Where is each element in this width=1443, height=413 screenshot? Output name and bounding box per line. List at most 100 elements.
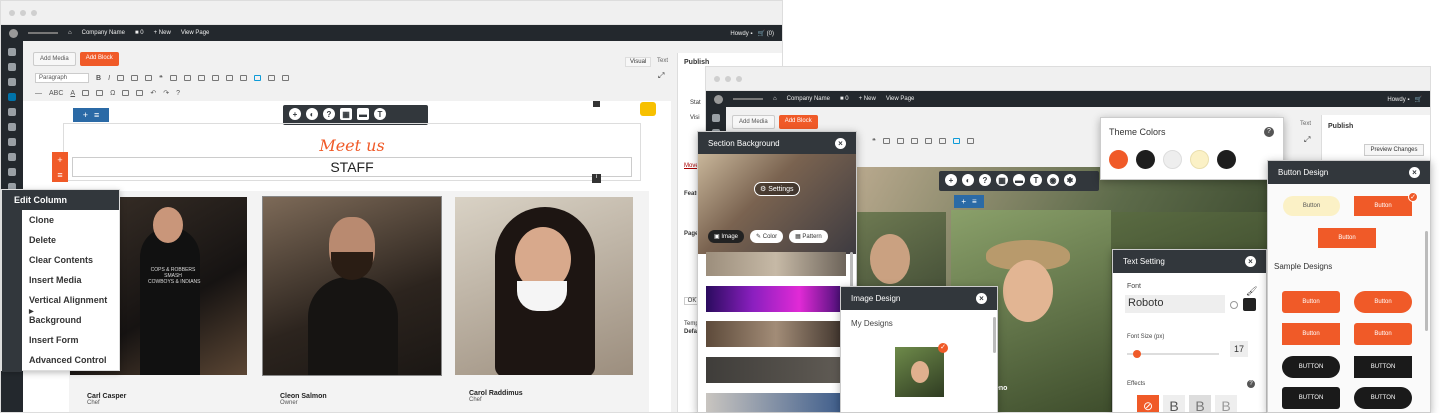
palette-icon[interactable]: ◐ — [306, 108, 318, 120]
sidebar-icon-posts[interactable] — [8, 63, 16, 71]
close-icon[interactable]: × — [1409, 167, 1420, 178]
column-controls[interactable]: +≡ — [52, 152, 68, 182]
align-center-icon[interactable] — [896, 138, 904, 144]
close-icon[interactable]: × — [835, 138, 846, 149]
help-circle-icon[interactable]: ? — [979, 174, 991, 186]
help-icon[interactable]: ? — [1264, 127, 1274, 137]
list-icon[interactable] — [131, 75, 139, 81]
add-icon[interactable]: + — [289, 108, 301, 120]
tablet-icon[interactable] — [267, 75, 275, 81]
camera-icon[interactable]: ◉ — [1047, 174, 1059, 186]
row-menu-icon[interactable]: ≡ — [94, 110, 99, 120]
add-block-button[interactable]: Add Block — [778, 115, 818, 129]
button-style-orange-flat[interactable]: Button — [1318, 228, 1376, 248]
add-icon[interactable]: + — [945, 174, 957, 186]
info-icon[interactable]: i — [592, 174, 601, 183]
preview-changes-button[interactable]: Preview Changes — [1364, 144, 1424, 156]
undo-icon[interactable]: ↶ — [150, 89, 156, 97]
quote-icon[interactable]: ❝ — [872, 137, 876, 145]
scrollbar[interactable] — [1425, 231, 1428, 331]
row-controls[interactable]: + ≡ — [73, 108, 109, 122]
strikethrough-icon[interactable]: ABC — [49, 90, 63, 97]
mobile-icon[interactable] — [281, 75, 289, 81]
monitor-icon[interactable] — [253, 75, 261, 81]
row-controls[interactable]: + ≡ — [954, 195, 984, 208]
howdy-user[interactable]: Howdy ▪ 🛒 (0) — [730, 30, 774, 37]
columns-icon[interactable]: ▬ — [1013, 174, 1025, 186]
image-icon[interactable]: ▦ — [340, 108, 352, 120]
tab-pattern[interactable]: ▦ Pattern — [789, 230, 828, 243]
bg-thumb-dark[interactable] — [706, 357, 846, 383]
button-style-orange[interactable]: Button — [1354, 196, 1412, 216]
quote-icon[interactable]: ❝ — [159, 74, 163, 82]
sidebar-icon-plugins[interactable] — [8, 138, 16, 146]
tab-text[interactable]: Text — [653, 57, 672, 65]
sidebar-icon-users[interactable] — [8, 153, 16, 161]
howdy-user[interactable]: Howdy ▪ 🛒 — [1387, 96, 1422, 103]
fullscreen-icon[interactable]: ⤢ — [1304, 135, 1310, 145]
swatch-black[interactable] — [1136, 150, 1155, 169]
site-name-link[interactable]: Company Name — [787, 96, 830, 102]
sidebar-icon-pages[interactable] — [8, 93, 16, 101]
effect-outline[interactable]: B — [1215, 395, 1237, 412]
font-select[interactable]: Roboto — [1125, 295, 1225, 313]
font-size-value[interactable]: 17 — [1230, 341, 1248, 357]
sidebar-icon-dashboard[interactable] — [8, 48, 16, 56]
staff-photo-2[interactable] — [262, 196, 442, 376]
settings-icon[interactable]: ✱ — [1064, 174, 1076, 186]
columns-icon[interactable]: ▬ — [357, 108, 369, 120]
add-row-icon[interactable]: + — [83, 110, 88, 120]
tab-visual[interactable]: Visual — [625, 57, 652, 67]
design-thumbnail[interactable]: ✓ — [895, 343, 948, 397]
close-icon[interactable]: × — [976, 293, 987, 304]
add-media-button[interactable]: Add Media — [33, 52, 76, 66]
font-toggle-icon[interactable] — [1230, 301, 1238, 309]
redo-icon[interactable]: ↷ — [163, 89, 169, 97]
close-icon[interactable]: × — [1245, 256, 1256, 267]
staff-photo-3[interactable] — [455, 197, 633, 375]
new-link[interactable]: + New — [859, 96, 876, 102]
add-row-icon[interactable]: + — [961, 197, 966, 206]
clear-format-icon[interactable] — [96, 90, 104, 96]
more-icon[interactable] — [938, 138, 946, 144]
format-select[interactable]: Paragraph — [35, 73, 89, 83]
palette-icon[interactable]: ◐ — [962, 174, 974, 186]
sample-button[interactable]: Button — [1282, 291, 1340, 313]
help-circle-icon[interactable]: ? — [323, 108, 335, 120]
bg-thumb-concert[interactable] — [706, 286, 846, 312]
swatch-light-gray[interactable] — [1163, 150, 1182, 169]
sample-button[interactable]: BUTTON — [1354, 387, 1412, 409]
align-center-icon[interactable] — [183, 75, 191, 81]
column-menu-icon[interactable]: ≡ — [57, 170, 62, 180]
site-name-link[interactable]: Company Name — [82, 30, 125, 36]
row-menu-icon[interactable]: ≡ — [972, 197, 977, 206]
align-right-icon[interactable] — [910, 138, 918, 144]
fullscreen-icon[interactable]: ⤢ — [658, 71, 664, 81]
tab-text[interactable]: Text — [1300, 121, 1311, 127]
outdent-icon[interactable] — [122, 90, 130, 96]
indent-icon[interactable] — [136, 90, 144, 96]
tablet-icon[interactable] — [966, 138, 974, 144]
slider-knob[interactable] — [1133, 350, 1141, 358]
heading-block[interactable]: Meet us STAFF — [63, 123, 641, 181]
numbered-list-icon[interactable] — [145, 75, 153, 81]
sample-button[interactable]: Button — [1354, 323, 1412, 345]
italic-icon[interactable]: I — [108, 75, 110, 82]
sidebar-icon-appearance[interactable] — [8, 123, 16, 131]
swatch-orange[interactable] — [1109, 150, 1128, 169]
bg-thumb-city[interactable] — [706, 252, 846, 276]
sidebar-icon-comments[interactable] — [8, 108, 16, 116]
sidebar-icon-tools[interactable] — [8, 168, 16, 176]
settings-button[interactable]: ⚙ Settings — [754, 182, 800, 196]
effect-none-icon[interactable]: ⊘ — [1137, 395, 1159, 412]
yellow-handle[interactable] — [640, 102, 656, 116]
publish-box-title[interactable]: Publish — [1322, 115, 1430, 138]
sample-button[interactable]: Button — [1354, 291, 1412, 313]
link-icon[interactable] — [924, 138, 932, 144]
effect-shadow[interactable]: B — [1189, 395, 1211, 412]
help-icon[interactable]: ? — [1247, 380, 1255, 388]
comments-icon[interactable]: ■ 0 — [840, 96, 849, 102]
bold-icon[interactable]: B — [96, 75, 101, 82]
drag-handle-icon[interactable] — [593, 101, 600, 107]
strike-icon[interactable] — [117, 75, 125, 81]
